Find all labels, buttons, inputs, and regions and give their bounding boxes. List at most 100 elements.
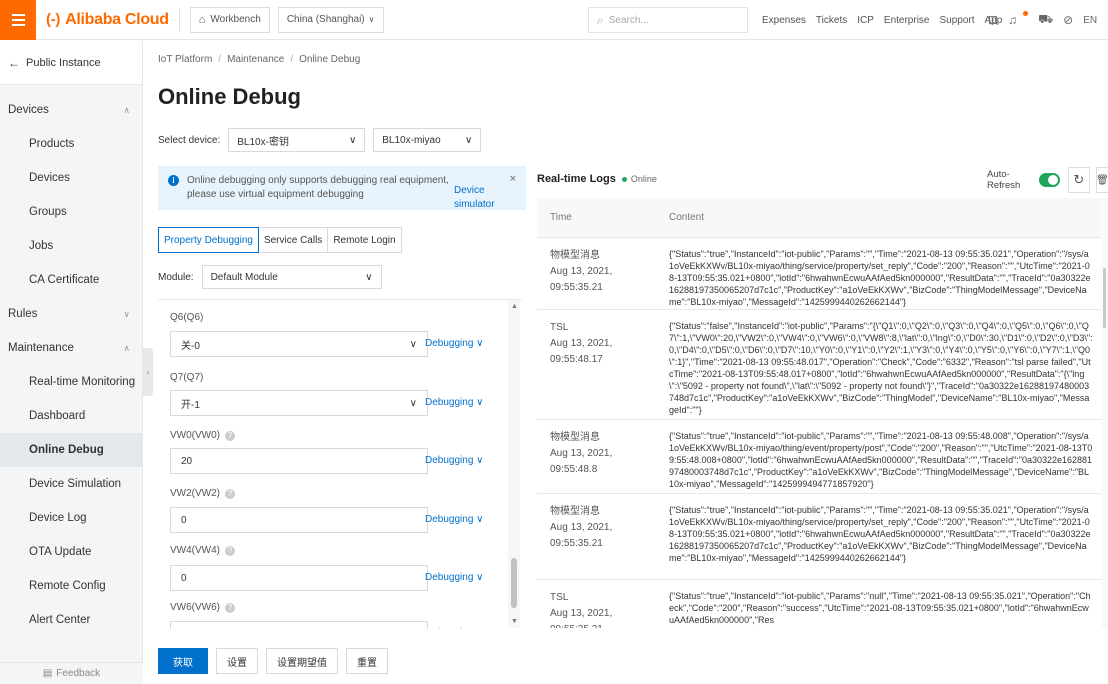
debugging-dropdown[interactable]: Debugging ∨ <box>425 455 483 466</box>
sidebar-item-ca-certificate[interactable]: CA Certificate <box>0 263 142 297</box>
auto-refresh-toggle[interactable] <box>1039 173 1060 187</box>
search-placeholder: Search... <box>608 14 649 26</box>
sidebar-item-real-time-monitoring[interactable]: Real-time Monitoring <box>0 365 142 399</box>
breadcrumb-iot-platform[interactable]: IoT Platform <box>158 54 212 65</box>
help-icon[interactable]: ⊘ <box>1063 13 1073 27</box>
scroll-up-arrow[interactable]: ▲ <box>511 303 518 310</box>
property-vw2-input[interactable]: 0 <box>170 507 428 533</box>
sidebar-item-ota-update[interactable]: OTA Update <box>0 535 142 569</box>
support-link[interactable]: Support <box>939 15 974 26</box>
notification-dot <box>1023 10 1029 16</box>
workbench-button[interactable]: ⌂ Workbench <box>189 6 270 33</box>
chevron-down-icon: ∨ <box>123 308 130 319</box>
device-select[interactable]: BL10x-miyao ∨ <box>373 128 482 152</box>
property-label: VW6(VW6)? <box>170 602 235 613</box>
log-type: 物模型消息 <box>550 250 600 261</box>
module-select[interactable]: Default Module ∨ <box>201 265 382 289</box>
debugging-dropdown[interactable]: Debugging ∨ <box>425 514 483 525</box>
sidebar-group-maintenance[interactable]: Maintenance ∧ <box>0 331 142 365</box>
debugging-dropdown[interactable]: Debugging ∨ <box>425 397 483 408</box>
scrollbar-thumb[interactable] <box>1103 268 1106 328</box>
back-label: Public Instance <box>26 56 101 69</box>
refresh-icon[interactable]: ↻ <box>1067 167 1090 193</box>
sidebar-item-dashboard[interactable]: Dashboard <box>0 399 142 433</box>
tickets-link[interactable]: Tickets <box>816 15 847 26</box>
bell-icon[interactable]: ♫ <box>1008 13 1017 27</box>
tab-service-calls[interactable]: Service Calls <box>257 227 329 253</box>
expenses-link[interactable]: Expenses <box>762 15 806 26</box>
device-simulator-link[interactable]: Device simulator <box>454 184 526 212</box>
module-row: Module: Default Module ∨ <box>158 265 390 289</box>
feedback-icon: ▤ <box>42 668 53 679</box>
sidebar-group-devices[interactable]: Devices ∧ <box>0 93 142 127</box>
sidebar-item-devices[interactable]: Devices <box>0 161 142 195</box>
log-time-cell: 物模型消息 Aug 13, 2021, 09:55:48.8 <box>537 420 659 493</box>
reset-button[interactable]: 重置 <box>346 648 388 674</box>
terminal-icon[interactable]: ⊡ <box>988 13 998 27</box>
debugging-dropdown[interactable]: Debugging ∨ <box>425 572 483 583</box>
sidebar-item-groups[interactable]: Groups <box>0 195 142 229</box>
notice-text: Online debugging only supports debugging… <box>187 175 449 200</box>
log-time-cell: 物模型消息 Aug 13, 2021, 09:55:35.21 <box>537 238 659 309</box>
product-select[interactable]: BL10x-密钥 ∨ <box>228 128 366 152</box>
property-q6-select[interactable]: 关-0 ∨ <box>170 331 428 357</box>
property-vw4-input[interactable]: 0 <box>170 565 428 591</box>
cart-icon[interactable]: ⛟ <box>1038 12 1053 28</box>
enterprise-link[interactable]: Enterprise <box>884 15 930 26</box>
top-links: Expenses Tickets ICP Enterprise Support … <box>762 0 1012 40</box>
close-icon[interactable]: × <box>510 172 516 186</box>
logs-scrollbar[interactable] <box>1101 198 1108 628</box>
tab-remote-login[interactable]: Remote Login <box>327 227 402 253</box>
select-device-label: Select device: <box>158 134 221 146</box>
breadcrumb-maintenance[interactable]: Maintenance <box>227 54 284 65</box>
debugging-label: Debugging <box>425 455 474 466</box>
help-icon[interactable]: ? <box>225 430 235 441</box>
search-input[interactable]: ⌕ Search... <box>588 7 748 33</box>
help-icon[interactable]: ? <box>225 488 235 499</box>
log-time: Aug 13, 2021, 09:55:48.8 <box>550 448 613 475</box>
region-select[interactable]: China (Shanghai) ∨ <box>277 6 384 33</box>
debugging-dropdown[interactable]: Debugging ∨ <box>425 338 483 349</box>
info-icon: i <box>168 175 179 186</box>
log-time: Aug 13, 2021, 09:55:48.17 <box>550 338 613 365</box>
feedback-button[interactable]: ▤ Feedback <box>0 662 143 684</box>
log-time: Aug 13, 2021, 09:55:35.21 <box>550 608 613 628</box>
log-time-cell: TSL Aug 13, 2021, 09:55:48.17 <box>537 310 659 419</box>
property-vw6-input[interactable]: 0 <box>170 621 428 629</box>
scroll-down-arrow[interactable]: ▼ <box>511 618 518 625</box>
sidebar-item-device-simulation[interactable]: Device Simulation <box>0 467 142 501</box>
debugging-dropdown[interactable]: Debugging ∨ <box>425 628 483 629</box>
sidebar-item-device-log[interactable]: Device Log <box>0 501 142 535</box>
table-row: TSL Aug 13, 2021, 09:55:48.17 {"Status":"… <box>537 310 1108 420</box>
group-label: Devices <box>8 104 49 116</box>
property-q7-select[interactable]: 开-1 ∨ <box>170 390 428 416</box>
tab-property-debugging[interactable]: Property Debugging <box>158 227 259 253</box>
table-row: TSL Aug 13, 2021, 09:55:35.21 {"Status":"… <box>537 580 1108 628</box>
sidebar-item-jobs[interactable]: Jobs <box>0 229 142 263</box>
product-value: BL10x-密钥 <box>237 136 289 148</box>
get-button[interactable]: 获取 <box>158 648 208 674</box>
property-panel-scrollbar[interactable]: ▲ ▼ <box>508 300 520 628</box>
help-icon[interactable]: ? <box>225 545 235 556</box>
sidebar-group-rules[interactable]: Rules ∨ <box>0 297 142 331</box>
sidebar-item-products[interactable]: Products <box>0 127 142 161</box>
set-expected-value-button[interactable]: 设置期望值 <box>266 648 338 674</box>
set-button[interactable]: 设置 <box>216 648 258 674</box>
info-notice: i Online debugging only supports debuggi… <box>158 166 526 210</box>
help-icon[interactable]: ? <box>225 602 235 613</box>
property-vw0-input[interactable]: 20 <box>170 448 428 474</box>
back-to-instance[interactable]: ← Public Instance <box>0 41 142 85</box>
icp-link[interactable]: ICP <box>857 15 874 26</box>
scrollbar-thumb[interactable] <box>511 558 517 608</box>
menu-icon[interactable] <box>0 0 36 40</box>
sidebar-item-alert-center[interactable]: Alert Center <box>0 603 142 637</box>
property-label-text: VW0(VW0) <box>170 430 220 441</box>
sidebar-collapse-handle[interactable]: ‹ <box>143 348 153 396</box>
alibaba-cloud-logo[interactable]: (-) Alibaba Cloud <box>46 11 169 29</box>
language-switch[interactable]: EN <box>1083 15 1097 26</box>
sidebar-item-remote-config[interactable]: Remote Config <box>0 569 142 603</box>
log-time-cell: 物模型消息 Aug 13, 2021, 09:55:35.21 <box>537 494 659 579</box>
log-type: 物模型消息 <box>550 432 600 443</box>
sidebar-item-online-debug[interactable]: Online Debug <box>0 433 142 467</box>
clear-logs-icon[interactable]: 🗑 <box>1096 167 1108 193</box>
